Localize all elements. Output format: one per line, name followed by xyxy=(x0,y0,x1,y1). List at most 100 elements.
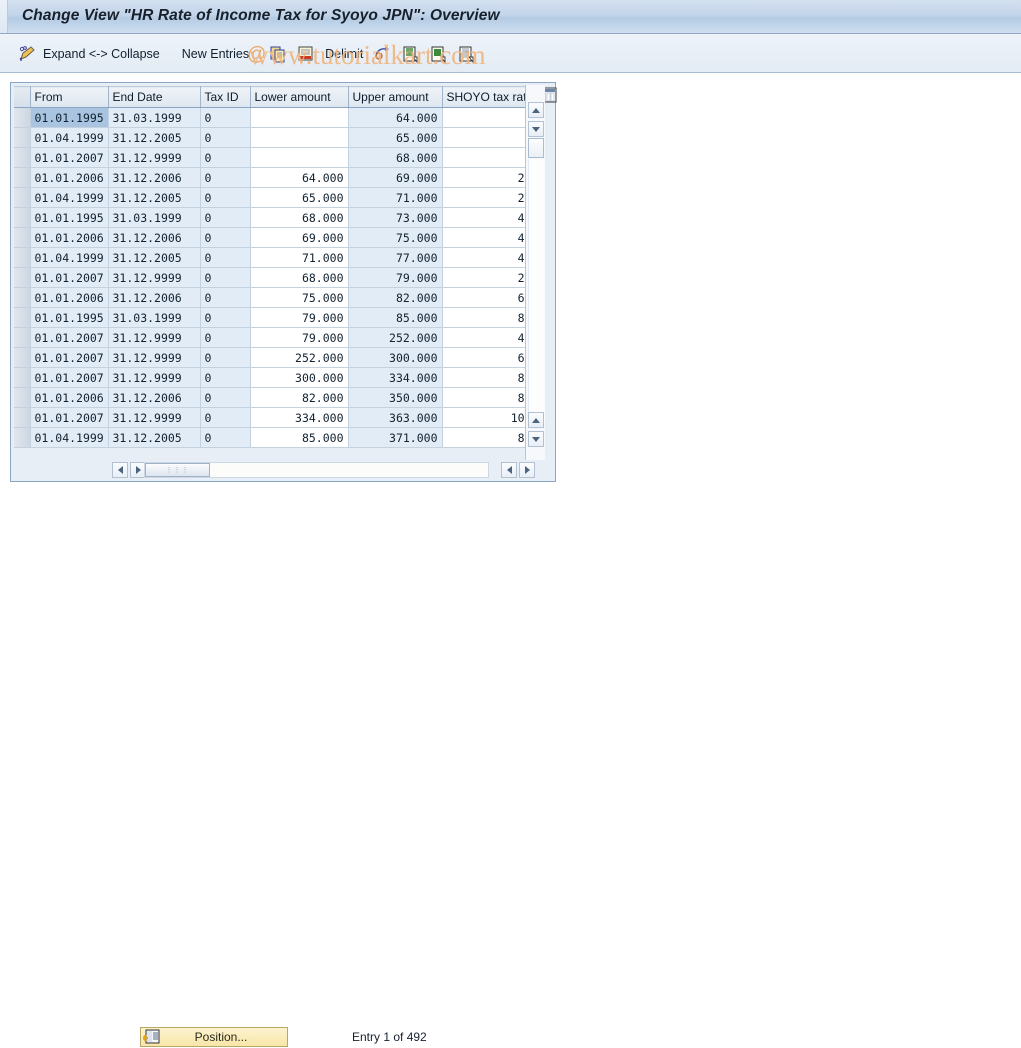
cell-tax-id[interactable]: 0 xyxy=(200,227,251,248)
hscroll-page-left-button[interactable] xyxy=(501,462,517,478)
cell-tax-id[interactable]: 0 xyxy=(200,247,251,268)
cell-from[interactable]: 01.04.1999 xyxy=(30,247,109,268)
cell-end-date[interactable]: 31.12.2006 xyxy=(108,227,201,248)
cell-end-date[interactable]: 31.12.2005 xyxy=(108,127,201,148)
cell-tax-id[interactable]: 0 xyxy=(200,347,251,368)
column-header-from[interactable]: From xyxy=(30,86,109,108)
row-selector[interactable] xyxy=(14,187,31,208)
cell-lower-amount[interactable] xyxy=(250,127,349,148)
cell-tax-id[interactable]: 0 xyxy=(200,287,251,308)
cell-upper-amount[interactable]: 69.000 xyxy=(348,167,443,188)
hscroll-track[interactable]: ⋮⋮⋮ xyxy=(144,462,489,478)
table-row[interactable]: 01.01.200731.12.9999068.00079.0002, xyxy=(14,267,537,288)
cell-lower-amount[interactable]: 64.000 xyxy=(250,167,349,188)
cell-tax-id[interactable]: 0 xyxy=(200,207,251,228)
cell-lower-amount[interactable]: 334.000 xyxy=(250,407,349,428)
cell-tax-id[interactable]: 0 xyxy=(200,407,251,428)
row-selector[interactable] xyxy=(14,387,31,408)
hscroll-left-button[interactable] xyxy=(112,462,128,478)
cell-tax-id[interactable]: 0 xyxy=(200,127,251,148)
row-selector[interactable] xyxy=(14,287,31,308)
table-row[interactable]: 01.01.200731.12.9999079.000252.0004, xyxy=(14,327,537,348)
cell-shoyo-tax-rate[interactable]: 6, xyxy=(442,347,537,368)
cell-tax-id[interactable]: 0 xyxy=(200,167,251,188)
vscroll-page-down-button[interactable] xyxy=(528,431,544,447)
table-row[interactable]: 01.01.200631.12.2006069.00075.0004, xyxy=(14,227,537,248)
cell-lower-amount[interactable] xyxy=(250,147,349,168)
table-row[interactable]: 01.04.1999 31.12.2005 0 65.000 xyxy=(14,127,537,148)
cell-from[interactable]: 01.01.2007 xyxy=(30,327,109,348)
cell-shoyo-tax-rate[interactable]: 4, xyxy=(442,247,537,268)
row-selector[interactable] xyxy=(14,247,31,268)
cell-shoyo-tax-rate[interactable] xyxy=(442,107,537,128)
cell-shoyo-tax-rate[interactable]: 6, xyxy=(442,287,537,308)
cell-upper-amount[interactable]: 75.000 xyxy=(348,227,443,248)
cell-end-date[interactable]: 31.12.2006 xyxy=(108,387,201,408)
cell-tax-id[interactable]: 0 xyxy=(200,267,251,288)
cell-end-date[interactable]: 31.03.1999 xyxy=(108,207,201,228)
horizontal-scrollbar[interactable]: ⋮⋮⋮ xyxy=(14,461,554,480)
cell-shoyo-tax-rate[interactable]: 8, xyxy=(442,307,537,328)
select-all-column-header[interactable] xyxy=(14,86,31,108)
cell-from[interactable]: 01.01.2006 xyxy=(30,167,109,188)
cell-end-date[interactable]: 31.03.1999 xyxy=(108,307,201,328)
cell-from[interactable]: 01.01.2007 xyxy=(30,267,109,288)
cell-from[interactable]: 01.01.2007 xyxy=(30,347,109,368)
cell-from[interactable]: 01.01.1995 xyxy=(30,307,109,328)
cell-end-date[interactable]: 31.12.9999 xyxy=(108,147,201,168)
cell-from[interactable]: 01.01.2007 xyxy=(30,407,109,428)
cell-upper-amount[interactable]: 71.000 xyxy=(348,187,443,208)
cell-from[interactable]: 01.01.2006 xyxy=(30,387,109,408)
cell-shoyo-tax-rate[interactable]: 4, xyxy=(442,327,537,348)
row-selector[interactable] xyxy=(14,147,31,168)
table-row[interactable]: 01.01.199531.03.1999079.00085.0008, xyxy=(14,307,537,328)
row-selector[interactable] xyxy=(14,327,31,348)
table-row[interactable]: 01.01.2007 31.12.9999 0 334.000 363.000 10, xyxy=(14,407,537,428)
cell-end-date[interactable]: 31.12.2006 xyxy=(108,287,201,308)
column-header-shoyo-tax-rate[interactable]: SHOYO tax rate xyxy=(442,86,537,108)
vscroll-page-up-button[interactable] xyxy=(528,412,544,428)
cell-upper-amount[interactable]: 350.000 xyxy=(348,387,443,408)
cell-upper-amount[interactable]: 371.000 xyxy=(348,427,443,448)
cell-lower-amount[interactable] xyxy=(250,107,349,128)
table-row[interactable]: 01.01.2007 31.12.9999 0 68.000 xyxy=(14,147,537,168)
cell-from[interactable]: 01.01.2007 xyxy=(30,147,109,168)
table-row[interactable]: 01.04.199931.12.2005085.000371.0008, xyxy=(14,427,537,448)
hscroll-thumb[interactable]: ⋮⋮⋮ xyxy=(145,463,210,477)
cell-upper-amount[interactable]: 300.000 xyxy=(348,347,443,368)
cell-shoyo-tax-rate[interactable]: 2, xyxy=(442,267,537,288)
cell-from[interactable]: 01.01.1995 xyxy=(30,107,109,128)
toolbar-variant-button[interactable] xyxy=(452,41,480,67)
cell-end-date[interactable]: 31.12.2005 xyxy=(108,187,201,208)
cell-upper-amount[interactable]: 73.000 xyxy=(348,207,443,228)
vscroll-down-button[interactable] xyxy=(528,121,544,137)
cell-upper-amount[interactable]: 252.000 xyxy=(348,327,443,348)
column-header-lower-amount[interactable]: Lower amount xyxy=(250,86,349,108)
row-selector[interactable] xyxy=(14,367,31,388)
column-header-upper-amount[interactable]: Upper amount xyxy=(348,86,443,108)
row-selector[interactable] xyxy=(14,347,31,368)
cell-lower-amount[interactable]: 252.000 xyxy=(250,347,349,368)
toolbar-expand-collapse-button[interactable]: Expand <-> Collapse xyxy=(10,41,167,67)
vertical-scrollbar[interactable] xyxy=(525,85,545,460)
table-row[interactable]: 01.01.200731.12.99990252.000300.0006, xyxy=(14,347,537,368)
cell-from[interactable]: 01.04.1999 xyxy=(30,127,109,148)
cell-lower-amount[interactable]: 79.000 xyxy=(250,307,349,328)
cell-lower-amount[interactable]: 71.000 xyxy=(250,247,349,268)
cell-lower-amount[interactable]: 300.000 xyxy=(250,367,349,388)
cell-upper-amount[interactable]: 64.000 xyxy=(348,107,443,128)
position-button[interactable]: Position... xyxy=(140,1027,288,1047)
vscroll-track[interactable] xyxy=(528,159,545,420)
row-selector[interactable] xyxy=(14,167,31,188)
vscroll-thumb[interactable] xyxy=(528,138,544,158)
cell-tax-id[interactable]: 0 xyxy=(200,147,251,168)
cell-from[interactable]: 01.04.1999 xyxy=(30,187,109,208)
cell-end-date[interactable]: 31.03.1999 xyxy=(108,107,201,128)
cell-end-date[interactable]: 31.12.9999 xyxy=(108,407,201,428)
cell-shoyo-tax-rate[interactable]: 2, xyxy=(442,187,537,208)
row-selector[interactable] xyxy=(14,107,31,128)
cell-upper-amount[interactable]: 363.000 xyxy=(348,407,443,428)
cell-tax-id[interactable]: 0 xyxy=(200,187,251,208)
cell-tax-id[interactable]: 0 xyxy=(200,427,251,448)
hscroll-page-right-button[interactable] xyxy=(519,462,535,478)
